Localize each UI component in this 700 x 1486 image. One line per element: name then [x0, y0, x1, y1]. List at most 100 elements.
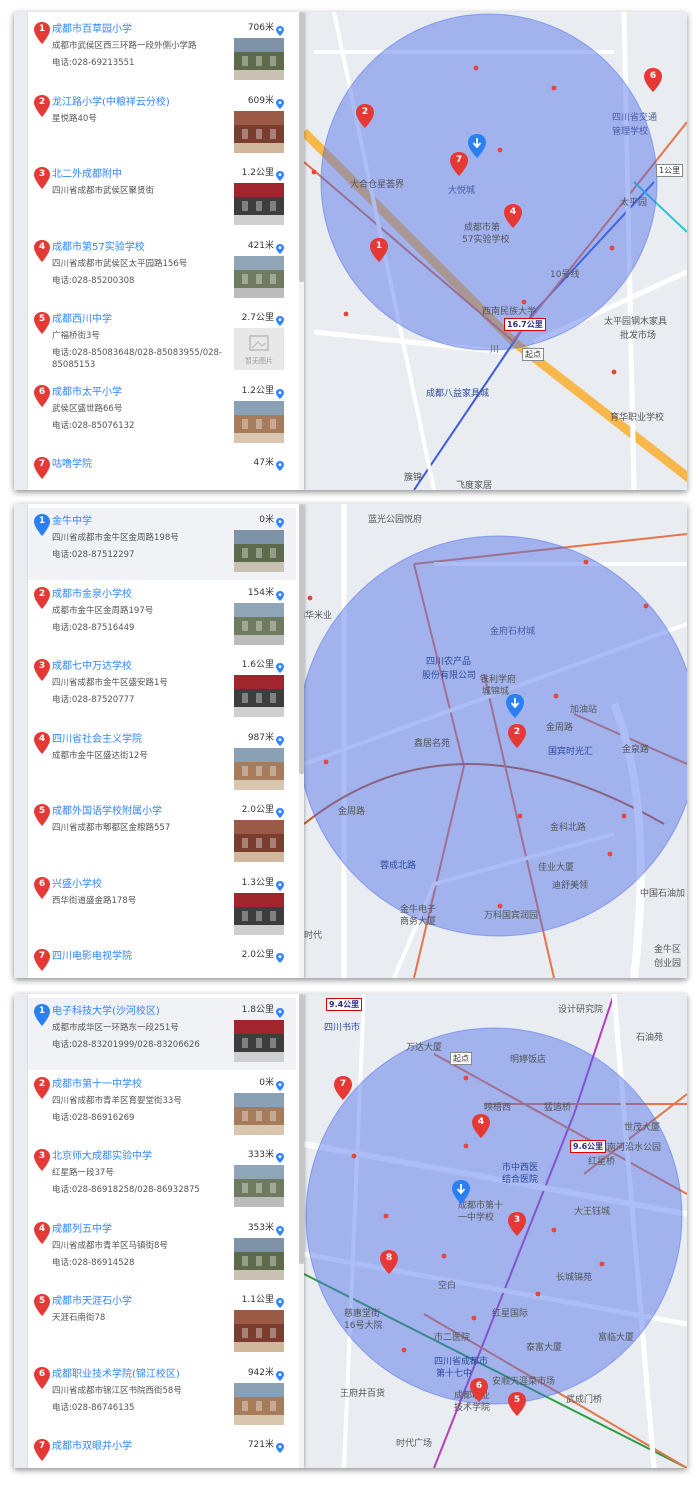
locate-icon[interactable] — [276, 384, 284, 399]
map-label[interactable]: 红星国际 — [492, 1306, 528, 1319]
result-item[interactable]: 2 成都市第十一中学校 0米 四川省成都市青羊区育婴堂街33号 电话:028-86916… — [28, 1071, 296, 1143]
result-item[interactable]: 4 成都列五中学 353米 四川省成都市青羊区马镇街8号 电话:028-86914528 — [28, 1216, 296, 1288]
result-item[interactable]: 6 成都职业技术学院(锦江校区) 942米 四川省成都市锦江区书院西街58号 电话:02… — [28, 1361, 296, 1433]
locate-icon[interactable] — [276, 94, 284, 109]
result-name-link[interactable]: 成都市金泉小学校 — [52, 585, 132, 600]
result-item[interactable]: 1 金牛中学 0米 四川省成都市金牛区金周路198号 电话:028-87512297 — [28, 508, 296, 580]
result-thumbnail[interactable] — [234, 1020, 284, 1062]
map-label[interactable]: 大王钰城 — [574, 1204, 610, 1217]
result-thumbnail[interactable] — [234, 38, 284, 80]
result-thumbnail[interactable] — [234, 1382, 284, 1425]
map-label[interactable]: 太平园 — [620, 195, 647, 208]
locate-icon[interactable] — [276, 803, 284, 818]
map-label[interactable]: 批发市场 — [620, 328, 656, 341]
map-label[interactable]: 设计研究院 — [558, 1002, 603, 1015]
map-label[interactable]: 创业园 — [654, 956, 681, 969]
result-item[interactable]: 5 成都西川中学 2.7公里 广福桥街3号 电话:028-85083648/028-85… — [28, 306, 296, 378]
result-name-link[interactable]: 成都市第十一中学校 — [52, 1075, 142, 1090]
result-thumbnail[interactable] — [234, 1165, 284, 1207]
map-marker-pin[interactable]: 7 — [334, 1076, 352, 1100]
list-scrollbar[interactable] — [299, 12, 304, 490]
locate-icon[interactable] — [276, 166, 284, 181]
result-name-link[interactable]: 四川省社会主义学院 — [52, 730, 142, 745]
map-label[interactable]: 57实验学校 — [462, 232, 509, 245]
map-marker-pin[interactable]: 7 — [450, 152, 468, 176]
result-thumbnail[interactable] — [234, 183, 284, 225]
result-name-link[interactable]: 成都列五中学 — [52, 1220, 112, 1235]
center-location-icon[interactable] — [468, 134, 486, 158]
map-label[interactable]: 成都八益家具城 — [426, 386, 489, 399]
map-label[interactable]: 金科北路 — [550, 820, 586, 833]
locate-icon[interactable] — [276, 948, 284, 963]
map-label[interactable]: 金府石材城 — [490, 624, 535, 637]
result-name-link[interactable]: 成都市太平小学 — [52, 383, 122, 398]
result-thumbnail[interactable] — [234, 255, 284, 298]
result-name-link[interactable]: 北二外成都附中 — [52, 165, 122, 180]
result-thumbnail[interactable] — [234, 1237, 284, 1280]
results-list[interactable]: 1 成都市百草园小学 706米 成都市武侯区西三环路一段外侧小学路 电话:028-692… — [28, 12, 304, 490]
map-label[interactable]: 长城锦苑 — [556, 1270, 592, 1283]
map-label[interactable]: 四川书市 — [324, 1020, 360, 1033]
center-location-icon[interactable] — [506, 694, 524, 718]
result-thumbnail[interactable]: 暂无图片 — [234, 328, 284, 370]
map-label[interactable]: 市二医院 — [434, 1330, 470, 1343]
map-label[interactable]: 蓉成北路 — [380, 858, 416, 871]
result-name-link[interactable]: 成都市第57实验学校 — [52, 238, 145, 253]
locate-icon[interactable] — [276, 1148, 284, 1163]
map-label[interactable]: 明婷饭店 — [510, 1052, 546, 1065]
map-label[interactable]: 石油苑 — [636, 1030, 663, 1043]
map-label[interactable]: 金周路 — [338, 804, 365, 817]
result-thumbnail[interactable] — [234, 820, 284, 862]
locate-icon[interactable] — [276, 1438, 284, 1453]
map-label[interactable]: 股份有限公司 — [422, 668, 476, 681]
locate-icon[interactable] — [276, 658, 284, 673]
map-label[interactable]: 管理学校 — [612, 124, 648, 137]
results-list[interactable]: 1 金牛中学 0米 四川省成都市金牛区金周路198号 电话:028-87512297 2 成… — [28, 504, 304, 978]
locate-icon[interactable] — [276, 239, 284, 254]
result-item[interactable]: 5 成都外国语学校附属小学 2.0公里 四川省成都市郫都区金粮路557 — [28, 798, 296, 870]
result-item[interactable]: 6 兴盛小学校 1.3公里 西华街道盛金路178号 — [28, 871, 296, 943]
map-label[interactable]: 川 — [490, 342, 499, 355]
map-label[interactable]: 加油站 — [570, 702, 597, 715]
list-scrollbar[interactable] — [299, 994, 304, 1468]
map-label[interactable]: 万达大厦 — [406, 1040, 442, 1053]
scrollbar-thumb[interactable] — [299, 994, 304, 1264]
map-label[interactable]: 安顺天涯菜市场 — [492, 1374, 555, 1387]
map-label[interactable]: 第十七中 — [436, 1366, 472, 1379]
result-thumbnail[interactable] — [234, 1092, 284, 1135]
result-item[interactable]: 2 龙江路小学(中粮祥云分校) 609米 星悦路40号 — [28, 89, 296, 161]
map-label[interactable]: 中国石油加 — [640, 886, 685, 899]
map-label[interactable]: 结合医院 — [502, 1172, 538, 1185]
map-label[interactable]: 育华职业学校 — [610, 410, 664, 423]
map-label[interactable]: 大悦城 — [448, 183, 475, 196]
map-label[interactable]: 16号大院 — [344, 1318, 382, 1331]
map-marker-pin[interactable]: 2 — [356, 104, 374, 128]
result-thumbnail[interactable] — [234, 1310, 284, 1352]
result-thumbnail[interactable] — [234, 530, 284, 572]
locate-icon[interactable] — [276, 1003, 284, 1018]
result-item[interactable]: 7 咕噜学院 47米 — [28, 451, 296, 490]
result-item[interactable]: 7 成都市双眼井小学 721米 — [28, 1433, 296, 1468]
locate-icon[interactable] — [276, 731, 284, 746]
result-item[interactable]: 5 成都市天涯石小学 1.1公里 天涯石南街78 — [28, 1288, 296, 1360]
map-label[interactable]: 富临大厦 — [598, 1330, 634, 1343]
result-item[interactable]: 3 北二外成都附中 1.2公里 四川省成都市武侯区聚贤街 — [28, 161, 296, 233]
map-marker-pin[interactable]: 3 — [508, 1212, 526, 1236]
map-label[interactable]: 10号线 — [550, 267, 579, 280]
map-marker-pin[interactable]: 1 — [370, 238, 388, 262]
map-marker-pin[interactable]: 8 — [380, 1250, 398, 1274]
scrollbar-thumb[interactable] — [299, 504, 304, 774]
result-item[interactable]: 6 成都市太平小学 1.2公里 武侯区盛世路66号 电话:028-85076132 — [28, 379, 296, 451]
results-list[interactable]: 1 电子科技大学(沙河校区) 1.8公里 成都市成华区一环路东一段251号 电话:028… — [28, 994, 304, 1468]
locate-icon[interactable] — [276, 21, 284, 36]
locate-icon[interactable] — [276, 876, 284, 891]
map-label[interactable]: 西南民族大学 — [482, 304, 536, 317]
map-marker-pin[interactable]: 6 — [470, 1378, 488, 1402]
locate-icon[interactable] — [276, 1221, 284, 1236]
result-thumbnail[interactable] — [234, 675, 284, 717]
map-marker-pin[interactable]: 4 — [504, 204, 522, 228]
result-name-link[interactable]: 成都外国语学校附属小学 — [52, 802, 162, 817]
scrollbar-thumb[interactable] — [299, 12, 304, 282]
map-marker-pin[interactable]: 4 — [472, 1114, 490, 1138]
result-name-link[interactable]: 成都七中万达学校 — [52, 657, 132, 672]
